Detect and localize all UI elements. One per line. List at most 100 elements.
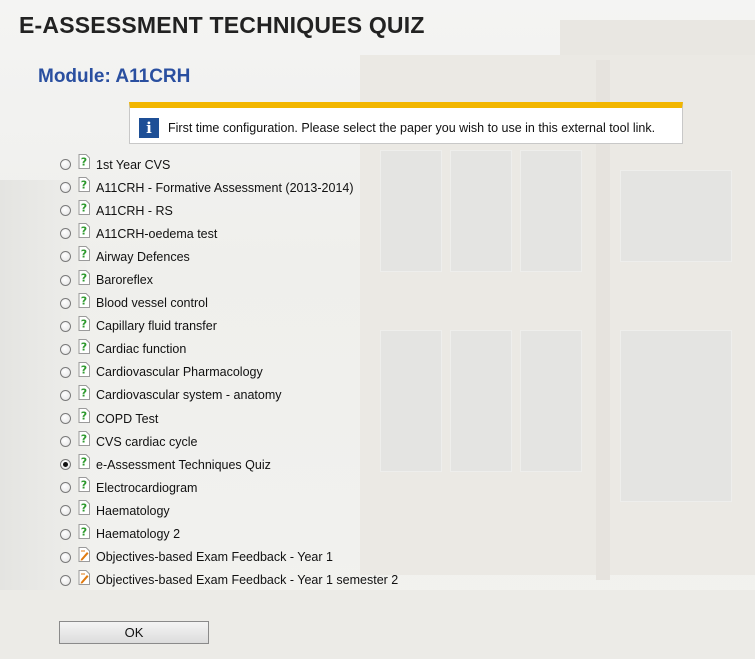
objectives-feedback-icon — [78, 546, 90, 562]
page-title: E-ASSESSMENT TECHNIQUES QUIZ — [19, 12, 425, 38]
paper-label[interactable]: Haematology 2 — [96, 527, 180, 541]
paper-label[interactable]: Cardiac function — [96, 342, 186, 356]
paper-option[interactable]: ? Cardiovascular system - anatomy — [60, 384, 398, 407]
module-title: Module: A11CRH — [38, 66, 191, 87]
paper-option[interactable]: ? Baroreflex — [60, 268, 398, 291]
quiz-question-icon: ? — [78, 315, 90, 331]
paper-radio-button[interactable] — [60, 274, 71, 286]
paper-radio-button[interactable] — [60, 389, 71, 401]
quiz-question-icon: ? — [78, 361, 90, 377]
paper-label[interactable]: COPD Test — [96, 412, 158, 426]
svg-text:?: ? — [81, 525, 87, 538]
paper-label[interactable]: Airway Defences — [96, 250, 190, 264]
quiz-question-icon: ? — [78, 223, 90, 239]
paper-option[interactable]: ? 1st Year CVS — [60, 153, 398, 176]
svg-text:?: ? — [81, 248, 87, 261]
info-banner: i First time configuration. Please selec… — [129, 102, 683, 144]
paper-option[interactable]: ? A11CRH-oedema test — [60, 222, 398, 245]
info-icon: i — [139, 118, 159, 138]
paper-label[interactable]: A11CRH-oedema test — [96, 227, 217, 241]
paper-label[interactable]: A11CRH - RS — [96, 204, 173, 218]
paper-radio-button[interactable] — [60, 528, 71, 540]
paper-label[interactable]: Cardiovascular Pharmacology — [96, 365, 263, 379]
paper-option[interactable]: ? e-Assessment Techniques Quiz — [60, 453, 398, 476]
paper-option[interactable]: ? CVS cardiac cycle — [60, 430, 398, 453]
paper-label[interactable]: Blood vessel control — [96, 296, 208, 310]
ok-button[interactable]: OK — [59, 621, 209, 644]
info-banner-text: First time configuration. Please select … — [168, 121, 656, 135]
svg-text:?: ? — [81, 433, 87, 446]
paper-radio-button[interactable] — [60, 320, 71, 332]
quiz-question-icon: ? — [78, 523, 90, 539]
quiz-question-icon: ? — [78, 338, 90, 354]
paper-option[interactable]: ? Capillary fluid transfer — [60, 315, 398, 338]
svg-text:?: ? — [81, 410, 87, 423]
paper-label[interactable]: Capillary fluid transfer — [96, 319, 217, 333]
svg-text:?: ? — [81, 340, 87, 353]
quiz-question-icon: ? — [78, 177, 90, 193]
quiz-question-icon: ? — [78, 292, 90, 308]
paper-radio-button[interactable] — [60, 505, 71, 517]
svg-text:?: ? — [81, 271, 87, 284]
paper-radio-button[interactable] — [60, 482, 71, 494]
paper-option[interactable]: Objectives-based Exam Feedback - Year 1 — [60, 546, 398, 569]
quiz-question-icon: ? — [78, 200, 90, 216]
svg-text:?: ? — [81, 317, 87, 330]
quiz-question-icon: ? — [78, 454, 90, 470]
paper-radio-button[interactable] — [60, 574, 71, 586]
paper-option[interactable]: ? Haematology — [60, 499, 398, 522]
page-content: E-ASSESSMENT TECHNIQUES QUIZ Module: A11… — [0, 0, 755, 659]
paper-radio-button[interactable] — [60, 205, 71, 217]
paper-radio-button[interactable] — [60, 182, 71, 194]
paper-option[interactable]: ? A11CRH - Formative Assessment (2013-201… — [60, 176, 398, 199]
paper-radio-button[interactable] — [60, 343, 71, 355]
paper-option[interactable]: ? Electrocardiogram — [60, 476, 398, 499]
paper-radio-button[interactable] — [60, 297, 71, 309]
paper-label[interactable]: 1st Year CVS — [96, 158, 170, 172]
paper-option[interactable]: ? Cardiovascular Pharmacology — [60, 361, 398, 384]
quiz-question-icon: ? — [78, 154, 90, 170]
paper-radio-button[interactable] — [60, 413, 71, 425]
quiz-question-icon: ? — [78, 477, 90, 493]
objectives-feedback-icon — [78, 569, 90, 585]
quiz-question-icon: ? — [78, 246, 90, 262]
paper-option[interactable]: ? A11CRH - RS — [60, 199, 398, 222]
paper-option[interactable]: ? Blood vessel control — [60, 292, 398, 315]
paper-label[interactable]: Electrocardiogram — [96, 481, 197, 495]
svg-text:?: ? — [81, 363, 87, 376]
svg-text:?: ? — [81, 202, 87, 215]
paper-option[interactable]: ? COPD Test — [60, 407, 398, 430]
paper-label[interactable]: Cardiovascular system - anatomy — [96, 388, 281, 402]
quiz-question-icon: ? — [78, 384, 90, 400]
svg-text:?: ? — [81, 479, 87, 492]
paper-list: ? 1st Year CVS? A11CRH - Formative Assessm… — [60, 153, 398, 592]
svg-text:?: ? — [81, 225, 87, 238]
svg-text:?: ? — [81, 156, 87, 169]
paper-label[interactable]: Baroreflex — [96, 273, 153, 287]
svg-text:?: ? — [81, 502, 87, 515]
paper-label[interactable]: e-Assessment Techniques Quiz — [96, 458, 271, 472]
paper-radio-button[interactable] — [60, 436, 71, 448]
paper-radio-button[interactable] — [60, 459, 71, 471]
paper-radio-button[interactable] — [60, 159, 71, 171]
paper-label[interactable]: CVS cardiac cycle — [96, 435, 197, 449]
paper-option[interactable]: Objectives-based Exam Feedback - Year 1 … — [60, 569, 398, 592]
svg-text:?: ? — [81, 179, 87, 192]
paper-label[interactable]: Haematology — [96, 504, 170, 518]
paper-label[interactable]: Objectives-based Exam Feedback - Year 1 — [96, 550, 333, 564]
quiz-question-icon: ? — [78, 500, 90, 516]
paper-label[interactable]: A11CRH - Formative Assessment (2013-2014… — [96, 181, 354, 195]
paper-option[interactable]: ? Cardiac function — [60, 338, 398, 361]
svg-text:?: ? — [81, 386, 87, 399]
svg-text:?: ? — [81, 456, 87, 469]
paper-option[interactable]: ? Airway Defences — [60, 245, 398, 268]
paper-radio-button[interactable] — [60, 366, 71, 378]
paper-radio-button[interactable] — [60, 551, 71, 563]
paper-radio-button[interactable] — [60, 251, 71, 263]
svg-text:?: ? — [81, 294, 87, 307]
paper-option[interactable]: ? Haematology 2 — [60, 523, 398, 546]
quiz-question-icon: ? — [78, 408, 90, 424]
paper-label[interactable]: Objectives-based Exam Feedback - Year 1 … — [96, 573, 398, 587]
paper-radio-button[interactable] — [60, 228, 71, 240]
quiz-question-icon: ? — [78, 269, 90, 285]
